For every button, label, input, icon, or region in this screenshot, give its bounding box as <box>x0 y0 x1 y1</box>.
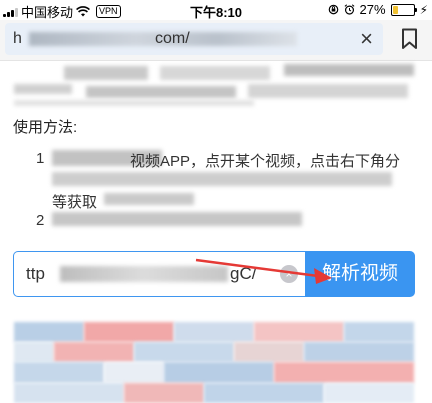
url-text-suffix: com/ <box>155 30 190 47</box>
usage-heading: 使用方法: <box>13 119 78 136</box>
battery-fill <box>392 5 398 14</box>
bookmark-icon[interactable] <box>401 28 418 50</box>
url-text-prefix: h <box>13 30 22 47</box>
parse-form: ttp gC/ × 解析视频 <box>13 251 415 297</box>
status-bar: 中国移动 VPN 下午8:10 27% ⚡ <box>0 0 432 20</box>
step-2-number: 2 <box>36 212 45 229</box>
step-1-line3: 等获取 <box>52 194 98 211</box>
battery-percent: 27% <box>359 2 386 17</box>
charging-bolt-icon: ⚡ <box>419 2 428 17</box>
parse-video-button[interactable]: 解析视频 <box>305 251 415 297</box>
clear-input-icon[interactable]: × <box>280 265 298 283</box>
alarm-icon <box>344 4 354 15</box>
step-1-text: 视频APP，点开某个视频，点击右下角分 <box>130 153 401 170</box>
video-url-input[interactable]: ttp gC/ × <box>13 251 310 297</box>
video-url-suffix: gC/ <box>230 264 257 283</box>
video-url-prefix: ttp <box>26 264 45 283</box>
step-1-number: 1 <box>36 150 45 167</box>
url-field[interactable]: h com/ × <box>5 23 383 55</box>
address-bar: h com/ × <box>0 20 432 61</box>
lock-rotation-icon <box>328 4 338 15</box>
close-icon[interactable]: × <box>360 27 373 51</box>
battery-icon <box>390 3 417 16</box>
blurred-mosaic-content <box>14 322 414 403</box>
